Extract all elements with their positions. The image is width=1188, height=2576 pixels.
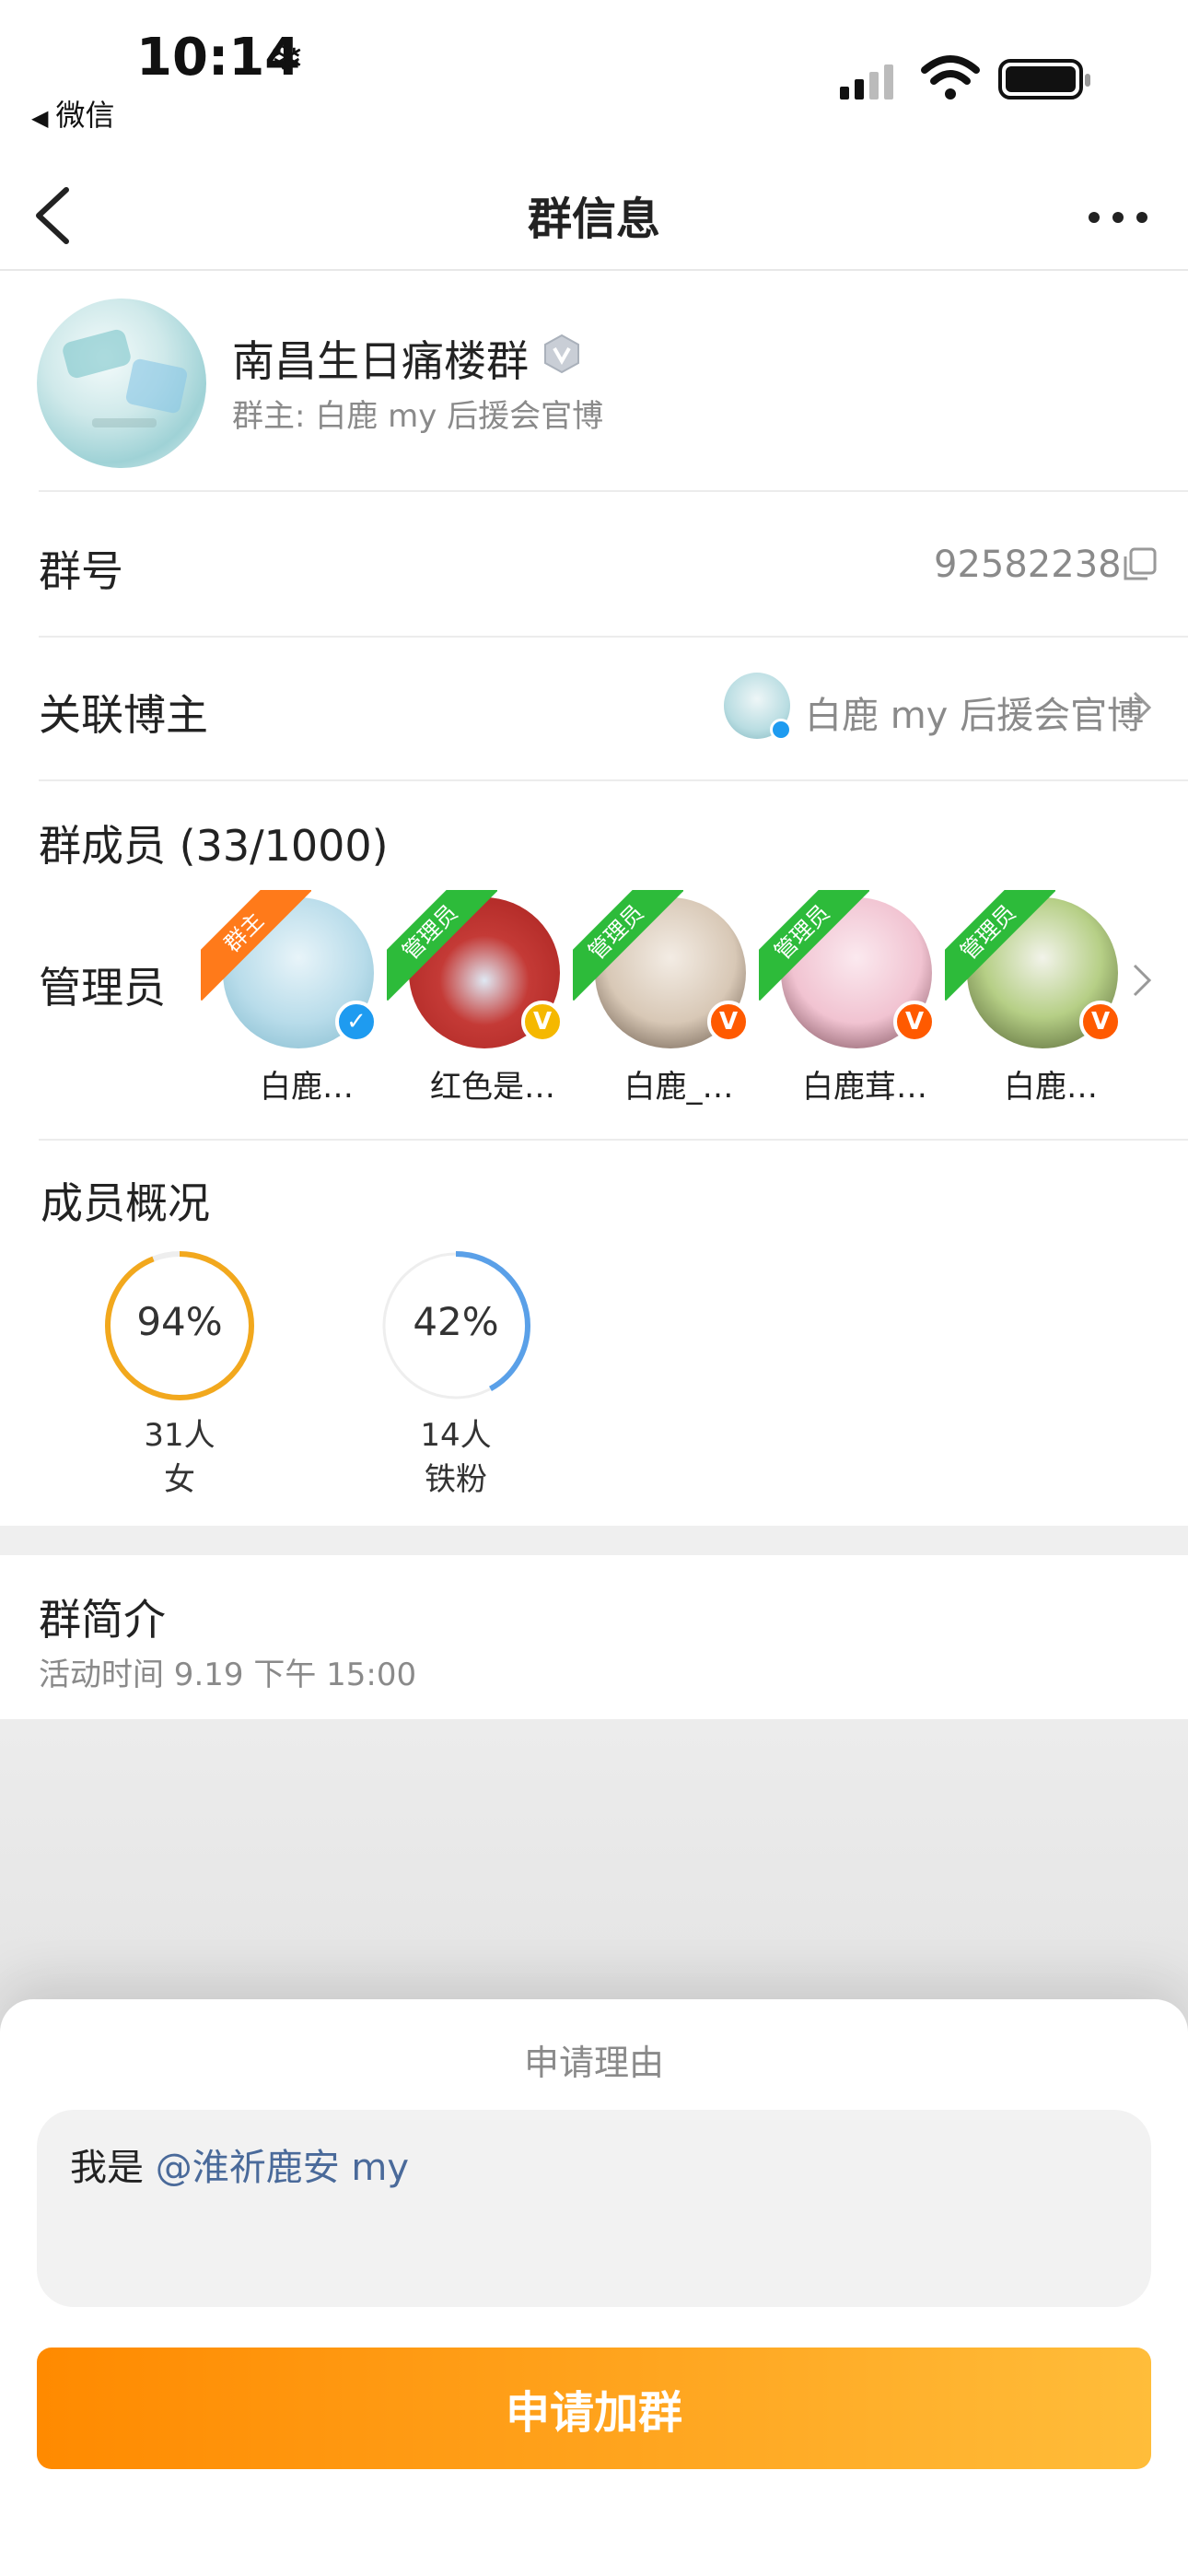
role-badge: 管理员 [945, 890, 1055, 1001]
apply-join-button[interactable]: 申请加群 [37, 2348, 1151, 2469]
chevron-right-icon[interactable] [1131, 962, 1153, 999]
fan-label: 铁粉 [425, 1461, 487, 1498]
admin-label: 管理员 [39, 963, 166, 1013]
nav-bar: 群信息 [0, 157, 1188, 271]
member-name: 白鹿… [1004, 1069, 1098, 1106]
verified-icon: V [1079, 1001, 1122, 1043]
member-item[interactable]: 管理员 V 红色是… [387, 890, 564, 1106]
group-owner: 群主: 白鹿 my 后援会官博 [232, 398, 604, 435]
member-item[interactable]: 管理员 V 白鹿茸… [759, 890, 936, 1106]
female-percent: 94% [136, 1299, 223, 1344]
group-number-value: 92582238 [934, 544, 1122, 586]
overview-title: 成员概况 [41, 1178, 210, 1228]
verified-icon: V [521, 1001, 564, 1043]
reason-mention[interactable]: @淮祈鹿安 my [156, 2147, 409, 2189]
fan-count: 14人 [420, 1417, 492, 1454]
reason-text[interactable]: 我是 @淮祈鹿安 my [70, 2137, 409, 2191]
divider [39, 1139, 1188, 1141]
members-title[interactable]: 群成员 (33/1000) [39, 813, 389, 873]
member-name: 白鹿… [260, 1069, 354, 1106]
copy-icon[interactable] [1122, 547, 1157, 582]
back-app-label: 微信 [55, 98, 115, 133]
role-badge: 管理员 [759, 890, 869, 1001]
linked-blogger-label: 关联博主 [39, 690, 208, 740]
divider [39, 636, 1188, 638]
battery-icon [998, 59, 1090, 100]
cellular-signal-icon [840, 64, 904, 100]
group-avatar[interactable] [37, 299, 206, 468]
fan-percent: 42% [413, 1299, 499, 1344]
female-count: 31人 [144, 1417, 215, 1454]
intro-text: 活动时间 9.19 下午 15:00 [39, 1657, 417, 1693]
member-item[interactable]: 群主 ✓ 白鹿… [201, 890, 378, 1106]
linked-blogger-avatar[interactable] [724, 673, 792, 741]
more-options-icon[interactable] [1087, 203, 1151, 230]
linked-blogger-name[interactable]: 白鹿 my 后援会官博 [805, 685, 1144, 739]
group-level-badge-icon [544, 334, 579, 374]
role-badge: 群主 [201, 890, 311, 1001]
verified-icon: ✓ [335, 1001, 378, 1043]
chevron-right-icon[interactable] [1131, 689, 1153, 726]
member-item[interactable]: 管理员 V 白鹿… [945, 890, 1122, 1106]
divider [39, 779, 1188, 781]
status-bar: 10:14 ❄ ◀ 微信 [0, 0, 1188, 157]
back-to-app-link[interactable]: ◀ 微信 [31, 92, 114, 135]
intro-title: 群简介 [39, 1595, 166, 1645]
member-item[interactable]: 管理员 V 白鹿_… [573, 890, 750, 1106]
member-name: 红色是… [430, 1069, 555, 1106]
group-number-label: 群号 [39, 546, 123, 596]
verified-icon: V [707, 1001, 750, 1043]
role-badge: 管理员 [387, 890, 497, 1001]
snowflake-icon: ❄ [269, 33, 305, 83]
member-name: 白鹿茸… [802, 1069, 927, 1106]
verified-icon: V [893, 1001, 936, 1043]
sheet-title: 申请理由 [523, 2043, 664, 2083]
divider [39, 490, 1188, 492]
female-label: 女 [164, 1461, 195, 1498]
apply-sheet: 申请理由 我是 @淮祈鹿安 my 申请加群 [0, 1999, 1188, 2576]
group-name: 南昌生日痛楼群 [232, 336, 529, 386]
role-badge: 管理员 [573, 890, 683, 1001]
wifi-icon [921, 55, 980, 100]
member-name: 白鹿_… [623, 1069, 734, 1106]
back-triangle-icon: ◀ [31, 105, 49, 131]
page-title: 群信息 [527, 193, 660, 245]
reason-input[interactable]: 我是 @淮祈鹿安 my [37, 2110, 1151, 2307]
section-separator [0, 1526, 1188, 1555]
